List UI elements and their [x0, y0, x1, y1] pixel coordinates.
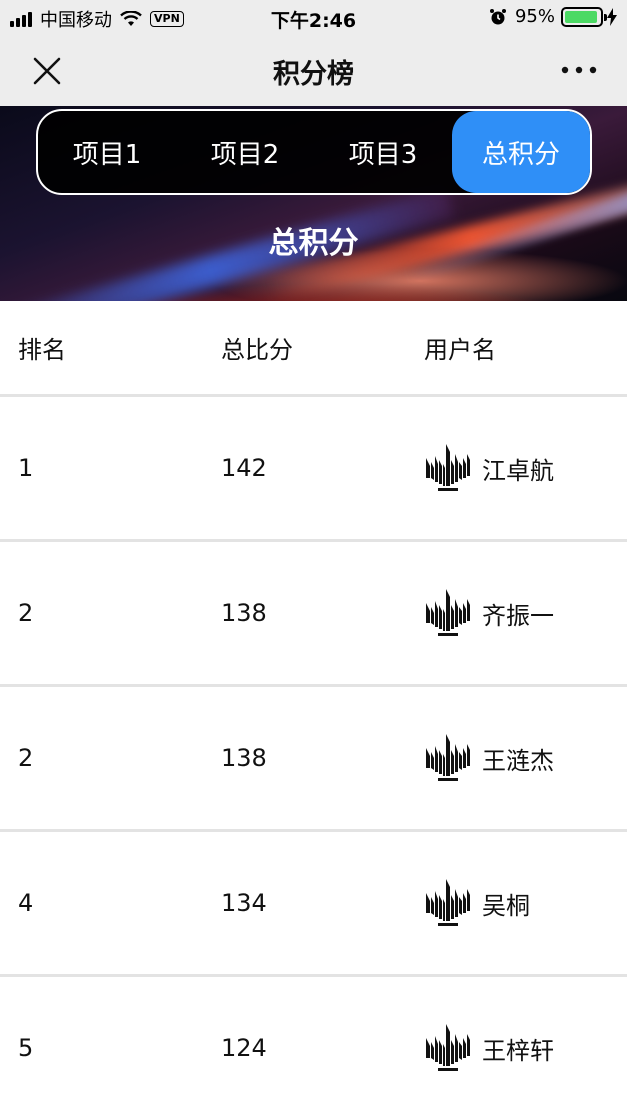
table-row: 2 138 齐振一	[0, 542, 627, 687]
score-cell: 124	[221, 1034, 267, 1062]
user-cell: 王梓轩	[424, 977, 554, 1114]
header-score: 总比分	[221, 336, 293, 364]
alarm-icon	[489, 8, 506, 24]
rank-cell: 4	[18, 889, 34, 917]
score-cell: 134	[221, 889, 267, 917]
nav-bar: 积分榜	[0, 36, 627, 106]
table-row: 4 134 吴桐	[0, 832, 627, 977]
status-right: 95%	[489, 6, 617, 27]
tab-project-1[interactable]: 项目1	[38, 111, 176, 193]
charging-icon	[607, 7, 617, 26]
team-logo-icon	[426, 734, 470, 781]
team-logo-icon	[426, 589, 470, 636]
team-logo-icon	[426, 1024, 470, 1071]
score-cell: 138	[221, 744, 267, 772]
page-title: 积分榜	[273, 59, 354, 90]
user-cell: 江卓航	[424, 397, 554, 539]
user-cell: 齐振一	[424, 542, 554, 684]
username-label: 江卓航	[482, 456, 554, 485]
tab-project-2[interactable]: 项目2	[176, 111, 314, 193]
tab-project-3[interactable]: 项目3	[314, 111, 452, 193]
username-label: 王梓轩	[482, 1036, 554, 1065]
table-row: 2 138 王涟杰	[0, 687, 627, 832]
battery-icon	[561, 6, 607, 27]
user-cell: 王涟杰	[424, 687, 554, 829]
table-header: 排名 总比分 用户名	[0, 301, 627, 397]
rank-cell: 1	[18, 454, 34, 482]
header-username: 用户名	[424, 336, 496, 364]
table-row: 5 124 王梓轩	[0, 977, 627, 1114]
username-label: 吴桐	[482, 891, 530, 920]
team-logo-icon	[426, 444, 470, 491]
score-cell: 138	[221, 599, 267, 627]
tab-bar: 项目1 项目2 项目3 总积分	[36, 109, 592, 195]
more-icon[interactable]	[559, 60, 599, 80]
header-rank: 排名	[18, 336, 66, 364]
score-cell: 142	[221, 454, 267, 482]
banner: 项目1 项目2 项目3 总积分 总积分	[0, 106, 627, 301]
rank-cell: 2	[18, 599, 34, 627]
rank-cell: 2	[18, 744, 34, 772]
user-cell: 吴桐	[424, 832, 530, 974]
tab-total-score[interactable]: 总积分	[452, 111, 590, 193]
battery-percent: 95%	[514, 6, 555, 27]
banner-title: 总积分	[268, 226, 359, 261]
status-bar: 中国移动 VPN 下午2:46 95%	[0, 0, 627, 36]
table-row: 1 142 江卓航	[0, 397, 627, 542]
team-logo-icon	[426, 879, 470, 926]
rank-cell: 5	[18, 1034, 34, 1062]
leaderboard-table: 排名 总比分 用户名 1 142 江卓航 2 138 齐振一 2 138 王涟杰…	[0, 301, 627, 1114]
username-label: 齐振一	[482, 601, 554, 630]
username-label: 王涟杰	[482, 746, 554, 775]
